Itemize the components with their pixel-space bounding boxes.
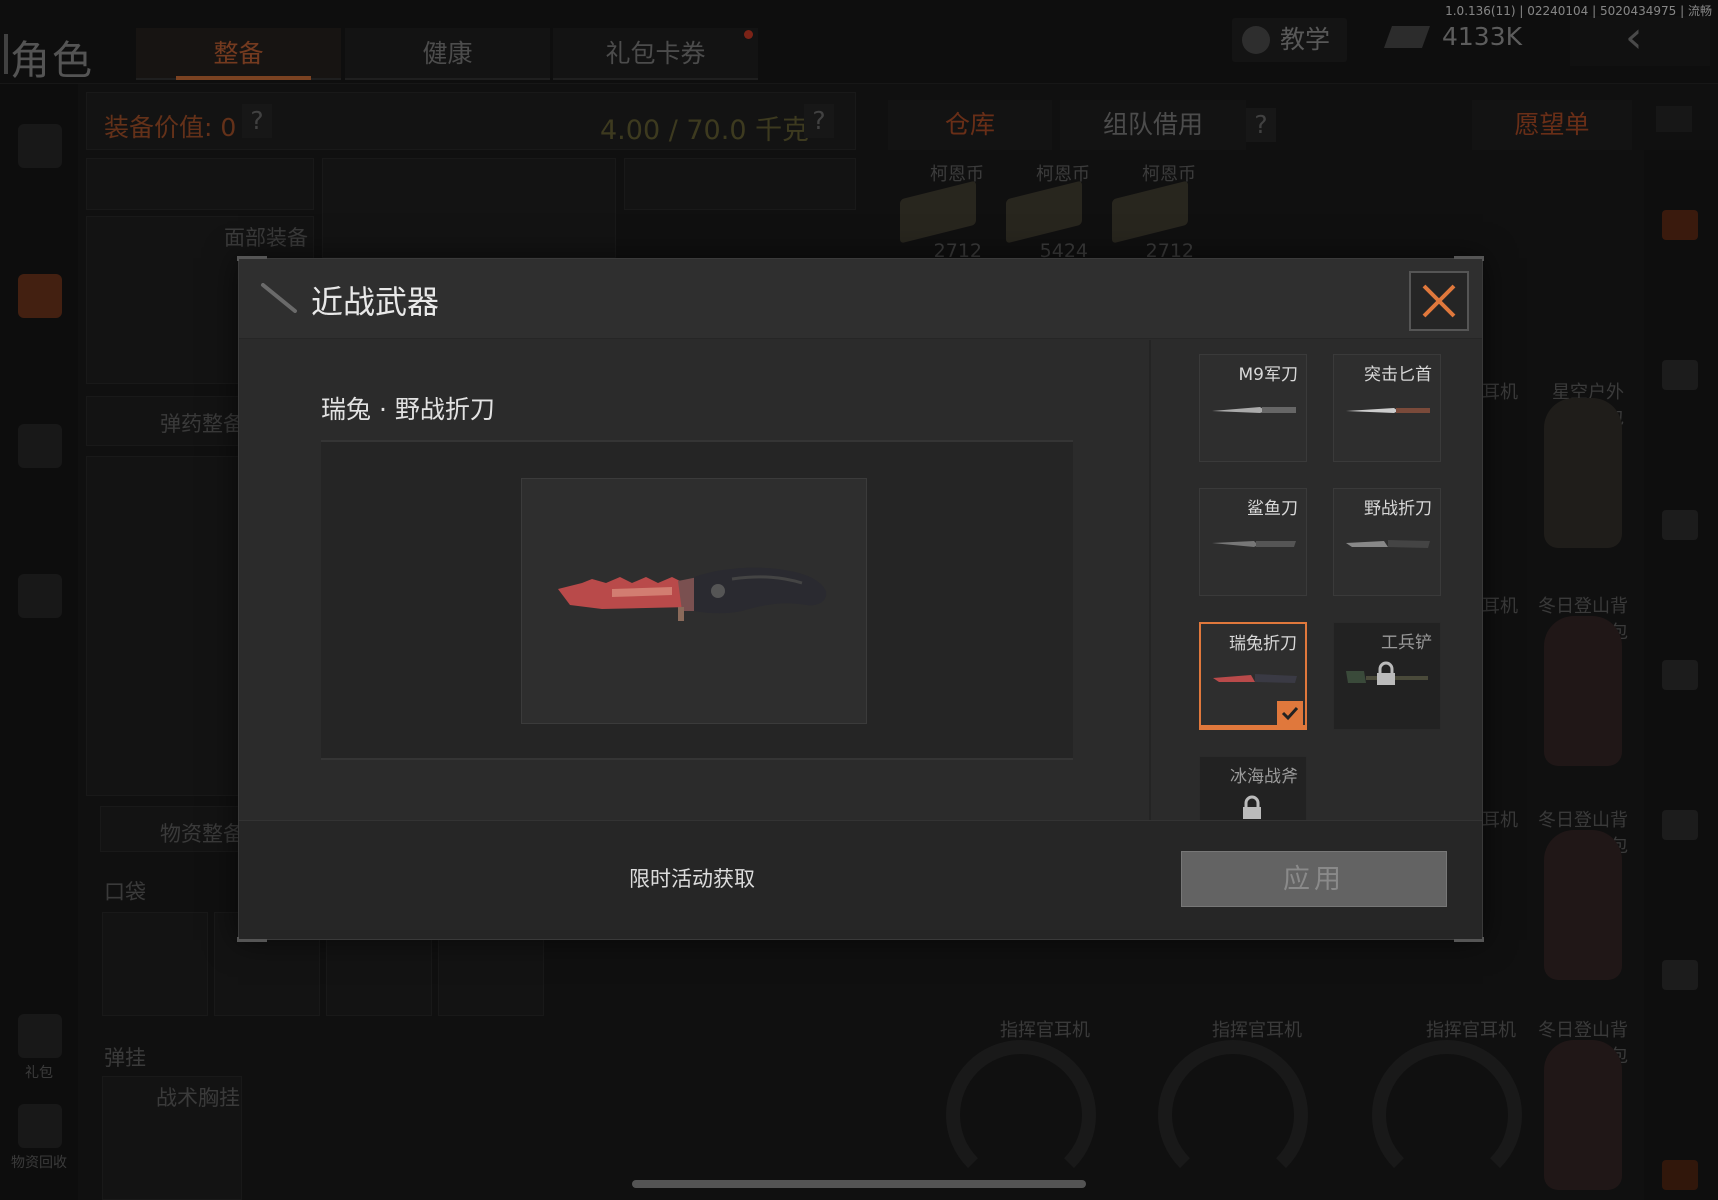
weapon-card-assault-dagger[interactable]: 突击匕首 [1333,354,1441,462]
weapon-label: 突击匕首 [1364,365,1432,385]
weapon-card-rabbit-folding-knife[interactable]: 瑞兔折刀 [1199,622,1307,730]
obtain-method-text: 限时活动获取 [629,867,755,891]
weapon-card-m9[interactable]: M9军刀 [1199,354,1307,462]
close-button[interactable] [1409,271,1469,331]
knife-icon [1346,408,1430,413]
dialog-footer: 限时活动获取 应用 [239,820,1482,939]
weapon-card-field-folding-knife[interactable]: 野战折刀 [1333,488,1441,596]
lock-icon [1243,795,1261,819]
weapon-label: 工兵铲 [1381,633,1432,653]
melee-weapon-dialog: 近战武器 瑞兔 · 野战折刀 M9军刀 突击匕首 鲨鱼刀 野战折刀 瑞兔折刀 工… [237,256,1484,942]
selected-item-name: 瑞兔 · 野战折刀 [321,395,495,424]
weapon-label: 瑞兔折刀 [1229,634,1297,654]
close-icon [1422,284,1456,318]
weapon-label: 鲨鱼刀 [1247,499,1298,519]
knife-preview-image [558,567,827,621]
lock-icon [1377,661,1395,685]
weapon-card-ice-axe[interactable]: 冰海战斧 [1199,756,1307,820]
knife-icon [1212,407,1296,413]
weapon-label: M9军刀 [1238,365,1298,385]
selected-check-icon [1277,701,1303,725]
knife-icon [261,283,297,313]
preview-box [321,440,1073,760]
knife-icon [1212,541,1296,547]
weapon-card-shark-knife[interactable]: 鲨鱼刀 [1199,488,1307,596]
preview-frame [521,478,867,724]
weapon-card-shovel[interactable]: 工兵铲 [1333,622,1441,730]
apply-button[interactable]: 应用 [1181,851,1447,907]
dialog-title: 近战武器 [311,283,440,321]
dialog-header: 近战武器 [239,259,1482,339]
weapon-label: 冰海战斧 [1230,767,1298,787]
knife-icon [1346,540,1430,548]
weapon-label: 野战折刀 [1364,499,1432,519]
weapon-list: M9军刀 突击匕首 鲨鱼刀 野战折刀 瑞兔折刀 工兵铲 冰海战斧 [1151,340,1482,820]
knife-icon [1213,674,1297,683]
preview-pane: 瑞兔 · 野战折刀 [239,340,1149,820]
